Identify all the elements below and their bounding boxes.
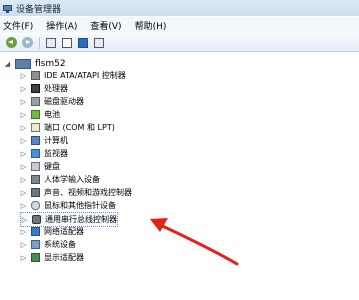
- menu-bar: 文件(F) 操作(A) 查看(V) 帮助(H): [0, 17, 359, 33]
- expand-arrow-icon[interactable]: ▷: [20, 186, 27, 199]
- network-icon: [31, 227, 40, 236]
- expand-arrow-icon[interactable]: ▷: [20, 160, 27, 173]
- tree-root-label: flsm52: [35, 58, 66, 69]
- usb-icon: [32, 215, 41, 224]
- tree-item-label: 键盘: [44, 162, 60, 171]
- forward-button[interactable]: [21, 37, 33, 49]
- tree-item-ports[interactable]: ▷ 端口 (COM 和 LPT): [20, 121, 115, 134]
- sound-icon: [31, 188, 40, 197]
- expand-arrow-icon[interactable]: ▷: [20, 238, 27, 251]
- properties-button[interactable]: [61, 37, 73, 49]
- tree-item-disk[interactable]: ▷ 磁盘驱动器: [20, 95, 84, 108]
- menu-help[interactable]: 帮助(H): [135, 19, 167, 32]
- help-icon: [78, 37, 88, 48]
- toolbar: [0, 34, 359, 52]
- tree-item-label: IDE ATA/ATAPI 控制器: [44, 71, 126, 80]
- disk-drive-icon: [31, 97, 40, 106]
- tree-item-cpu[interactable]: ▷ 处理器: [20, 82, 68, 95]
- tree-item-label: 处理器: [44, 84, 68, 93]
- keyboard-icon: [31, 162, 40, 171]
- menu-view[interactable]: 查看(V): [90, 19, 121, 32]
- title-bar: 设备管理器: [0, 0, 359, 16]
- tree-item-label: 计算机: [44, 136, 68, 145]
- expand-arrow-icon[interactable]: ▷: [20, 69, 27, 82]
- computer-icon: [31, 136, 40, 145]
- tree-item-label: 声音、视频和游戏控制器: [44, 188, 132, 197]
- battery-icon: [31, 110, 40, 119]
- device-tree: ◢ flsm52 ▷ IDE ATA/ATAPI 控制器 ▷ 处理器 ▷ 磁盘驱…: [0, 53, 359, 300]
- tree-item-label: 端口 (COM 和 LPT): [44, 123, 115, 132]
- tree-item-label: 电池: [44, 110, 60, 119]
- forward-arrow-icon: [21, 37, 33, 48]
- expand-arrow-icon[interactable]: ▷: [20, 147, 27, 160]
- ide-controller-icon: [31, 71, 40, 80]
- system-device-icon: [31, 240, 40, 249]
- tree-item-computer[interactable]: ▷ 计算机: [20, 134, 68, 147]
- properties-icon: [62, 37, 72, 48]
- tree-item-label: 人体学输入设备: [44, 175, 100, 184]
- device-manager-icon: [3, 4, 12, 13]
- tree-item-label: 网络适配器: [44, 227, 84, 236]
- show-hide-tree-button[interactable]: [45, 37, 57, 49]
- help-button[interactable]: [77, 37, 89, 49]
- tree-item-keyboard[interactable]: ▷ 键盘: [20, 160, 60, 173]
- back-arrow-icon: [5, 37, 17, 48]
- tree-item-monitor[interactable]: ▷ 监视器: [20, 147, 68, 160]
- tree-item-ide[interactable]: ▷ IDE ATA/ATAPI 控制器: [20, 69, 126, 82]
- tree-item-label: 监视器: [44, 149, 68, 158]
- mouse-icon: [31, 201, 40, 210]
- processor-icon: [31, 84, 40, 93]
- expand-arrow-icon[interactable]: ▷: [20, 251, 27, 264]
- tree-item-network[interactable]: ▷ 网络适配器: [20, 225, 84, 238]
- display-adapter-icon: [31, 253, 40, 262]
- tree-item-system[interactable]: ▷ 系统设备: [20, 238, 76, 251]
- tree-item-label: 通用串行总线控制器: [45, 215, 117, 224]
- tree-item-display[interactable]: ▷ 显示适配器: [20, 251, 84, 264]
- expand-arrow-icon[interactable]: ▷: [20, 82, 27, 95]
- port-icon: [31, 123, 40, 132]
- tree-item-label: 鼠标和其他指针设备: [44, 201, 116, 210]
- collapse-arrow-icon[interactable]: ◢: [4, 57, 11, 70]
- expand-arrow-icon[interactable]: ▷: [20, 173, 27, 186]
- console-tree-icon: [46, 37, 56, 48]
- hid-icon: [31, 175, 40, 184]
- back-button[interactable]: [5, 37, 17, 49]
- scan-hardware-button[interactable]: [93, 37, 105, 49]
- menu-action[interactable]: 操作(A): [46, 19, 77, 32]
- computer-root-icon: [15, 58, 31, 69]
- tree-item-label: 磁盘驱动器: [44, 97, 84, 106]
- expand-arrow-icon[interactable]: ▷: [20, 134, 27, 147]
- expand-arrow-icon[interactable]: ▷: [20, 121, 27, 134]
- toolbar-separator: [39, 36, 40, 49]
- menu-file[interactable]: 文件(F): [3, 19, 33, 32]
- tree-item-battery[interactable]: ▷ 电池: [20, 108, 60, 121]
- expand-arrow-icon[interactable]: ▷: [20, 225, 27, 238]
- monitor-icon: [31, 149, 40, 158]
- expand-arrow-icon[interactable]: ▷: [20, 199, 27, 212]
- tree-item-label: 系统设备: [44, 240, 76, 249]
- window-title: 设备管理器: [16, 4, 62, 15]
- expand-arrow-icon[interactable]: ▷: [20, 108, 27, 121]
- expand-arrow-icon[interactable]: ▷: [20, 95, 27, 108]
- tree-item-label: 显示适配器: [44, 253, 84, 262]
- scan-hardware-icon: [94, 37, 104, 48]
- tree-item-hid[interactable]: ▷ 人体学输入设备: [20, 173, 100, 186]
- tree-item-mouse[interactable]: ▷ 鼠标和其他指针设备: [20, 199, 116, 212]
- tree-item-sound[interactable]: ▷ 声音、视频和游戏控制器: [20, 186, 132, 199]
